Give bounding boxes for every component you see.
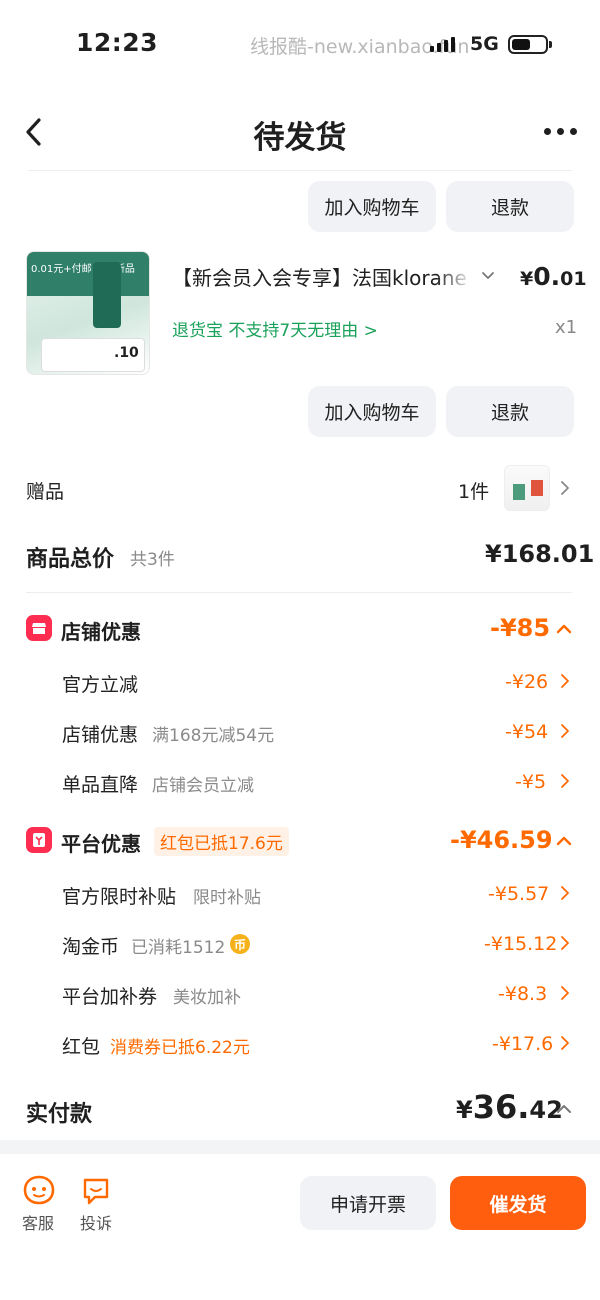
page-title: 待发货: [253, 120, 347, 156]
request-invoice-button[interactable]: 申请开票: [300, 1176, 436, 1230]
gift-label: 赠品: [26, 481, 65, 503]
red-packet-badge: 红包已抵17.6元: [154, 827, 289, 856]
goods-total-label: 商品总价: [26, 547, 115, 572]
complaint-icon[interactable]: [81, 1176, 111, 1206]
section-divider: [26, 592, 572, 593]
product-quantity: x1: [555, 317, 578, 338]
signal-icon: [430, 36, 455, 52]
discount-row-label: 平台加补券: [62, 986, 158, 1008]
urge-shipment-button[interactable]: 催发货: [450, 1176, 586, 1230]
discount-row-sub: 已消耗1512: [131, 938, 226, 958]
actual-payment-label: 实付款: [26, 1102, 93, 1127]
goods-count: 共3件: [130, 550, 175, 570]
discount-row-label: 淘金币: [62, 936, 120, 958]
chevron-up-icon[interactable]: [554, 1099, 574, 1119]
discount-row-label: 红包: [62, 1036, 101, 1058]
bottom-separator: [0, 1140, 600, 1154]
discount-row-sub: 店铺会员立减: [152, 776, 254, 796]
actual-payment-value: ¥36.42: [456, 1088, 563, 1126]
discount-row-amount: -¥8.3: [498, 983, 548, 1005]
pay-symbol: ¥: [456, 1096, 473, 1124]
price-symbol: ¥: [520, 268, 534, 290]
goods-total-value: ¥168.01: [485, 540, 595, 568]
discount-row-amount: -¥26: [505, 671, 549, 693]
refund-button[interactable]: 退款: [446, 386, 574, 437]
store-discount-title: 店铺优惠: [61, 620, 141, 644]
discount-row-label: 官方限时补贴: [62, 886, 177, 908]
network-label: 5G: [470, 33, 499, 55]
service-info[interactable]: 退货宝 不支持7天无理由 >: [172, 316, 378, 341]
chevron-right-icon[interactable]: [558, 883, 572, 903]
chevron-right-icon[interactable]: [558, 721, 572, 741]
price-decimal: 01: [560, 268, 587, 290]
store-discount-amount: -¥85: [490, 614, 551, 642]
discount-row-sub: 限时补贴: [193, 888, 261, 908]
status-time: 12:23: [76, 28, 159, 57]
chevron-up-icon[interactable]: [554, 831, 574, 851]
coupon-icon: [26, 827, 52, 853]
discount-row-sub: 满168元减54元: [152, 726, 275, 746]
discount-row-sub: 消费券已抵6.22元: [110, 1038, 250, 1058]
coin-icon: 币: [230, 934, 250, 954]
battery-icon: [508, 35, 548, 54]
complaint-label[interactable]: 投诉: [80, 1210, 112, 1234]
discount-row-amount: -¥54: [505, 721, 549, 743]
platform-discount-amount: -¥46.59: [450, 826, 553, 854]
pay-integer: 36.: [472, 1088, 530, 1126]
chevron-right-icon[interactable]: [558, 933, 572, 953]
chevron-right-icon[interactable]: [558, 1033, 572, 1053]
discount-row-amount: -¥17.6: [492, 1033, 554, 1055]
chevron-right-icon[interactable]: [558, 671, 572, 691]
gift-count: 1件: [458, 481, 490, 503]
discount-row-amount: -¥5.57: [488, 883, 550, 905]
add-to-cart-button[interactable]: 加入购物车: [308, 386, 436, 437]
product-price: ¥0.01: [520, 262, 587, 291]
more-icon[interactable]: [544, 128, 577, 135]
store-icon: [26, 615, 52, 641]
battery-tip: [549, 41, 552, 48]
chevron-right-icon[interactable]: [558, 478, 572, 498]
discount-row-amount: -¥15.12: [484, 933, 558, 955]
discount-row-label: 官方立减: [62, 674, 139, 696]
discount-row-label: 店铺优惠: [62, 724, 139, 746]
customer-service-icon[interactable]: [22, 1174, 56, 1206]
chevron-right-icon[interactable]: [558, 771, 572, 791]
price-integer: 0.: [533, 262, 561, 291]
chevron-up-icon[interactable]: [554, 619, 574, 639]
product-image-card: .10: [41, 338, 145, 372]
product-bottle: [93, 262, 121, 328]
discount-row-label: 单品直降: [62, 774, 139, 796]
discount-row-sub: 美妆加补: [173, 988, 241, 1008]
platform-discount-title: 平台优惠: [61, 832, 141, 856]
nav-divider: [28, 170, 572, 171]
chevron-down-icon[interactable]: [480, 267, 496, 283]
gift-thumbnail[interactable]: [504, 465, 550, 511]
discount-row-amount: -¥5: [515, 771, 547, 793]
chevron-right-icon[interactable]: [558, 983, 572, 1003]
refund-button[interactable]: 退款: [446, 181, 574, 232]
product-image[interactable]: 0.01元+付邮 体验新品 .10: [26, 251, 150, 375]
customer-service-label[interactable]: 客服: [22, 1210, 54, 1234]
add-to-cart-button[interactable]: 加入购物车: [308, 181, 436, 232]
product-title[interactable]: 【新会员入会专享】法国klorane: [172, 262, 472, 291]
